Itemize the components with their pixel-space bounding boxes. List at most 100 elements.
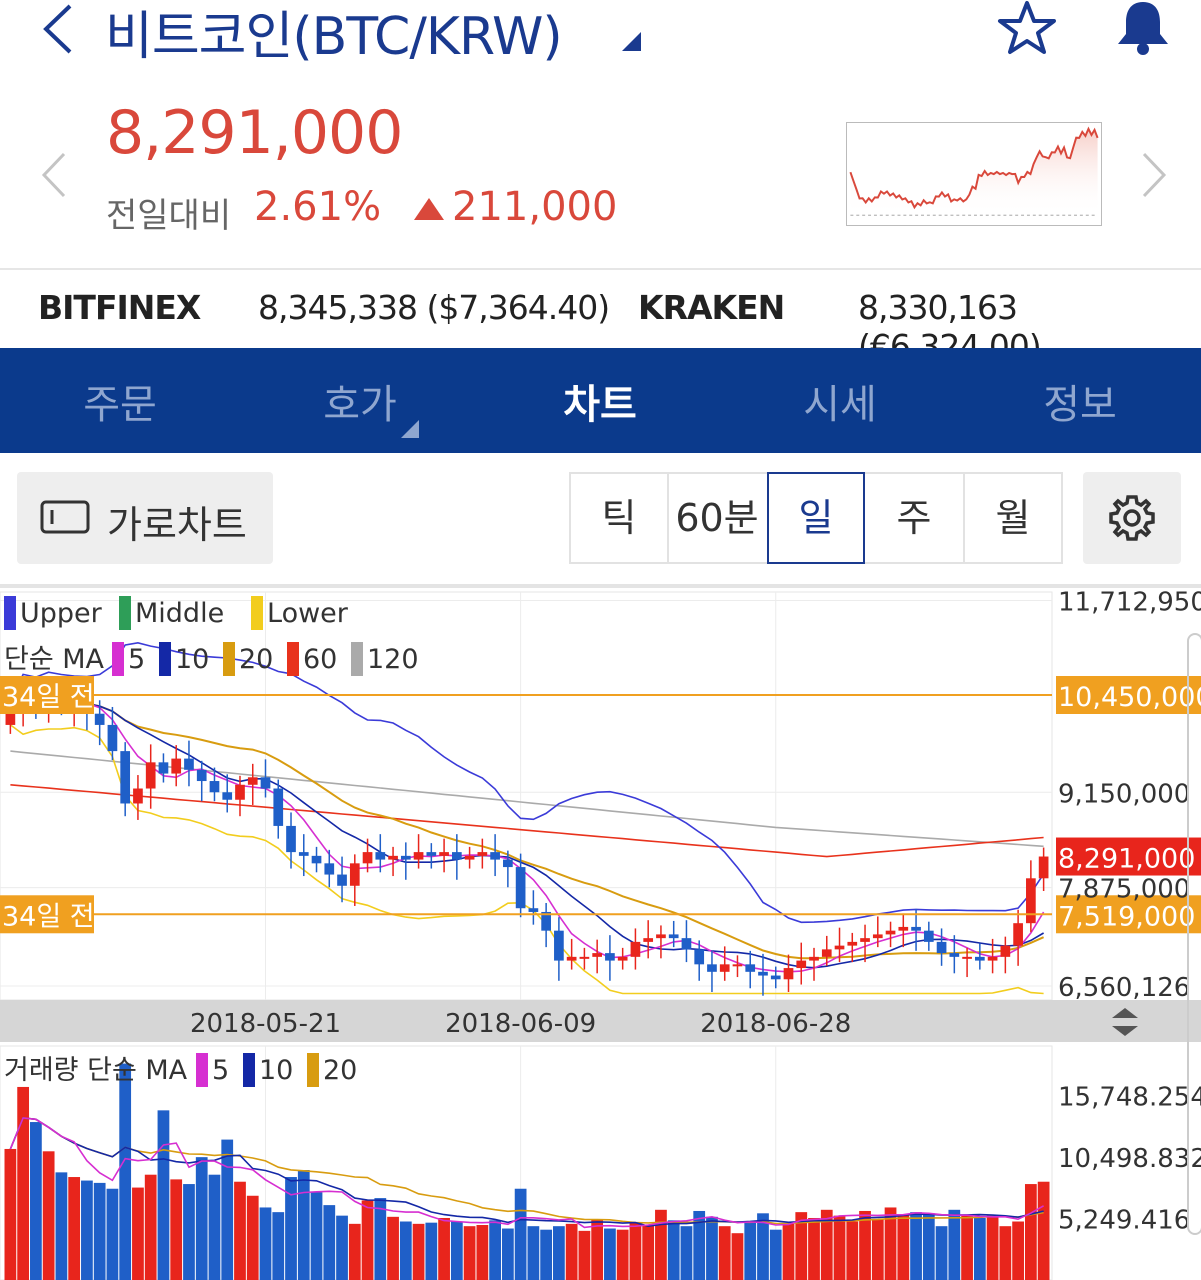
- tab-market[interactable]: 시세: [720, 372, 960, 430]
- volume-bar: [553, 1226, 565, 1280]
- candle-body: [515, 867, 526, 909]
- volume-axis-label: 10,498.832: [1058, 1144, 1201, 1174]
- candle-body: [923, 930, 934, 942]
- candle-body: [107, 724, 118, 752]
- candle-body: [298, 852, 309, 856]
- volume-bar: [833, 1215, 846, 1280]
- star-outline-icon[interactable]: [996, 0, 1058, 56]
- volume-bar: [642, 1225, 655, 1280]
- volume-bar: [374, 1198, 387, 1280]
- volume-bar: [986, 1215, 999, 1280]
- dropdown-caret-icon[interactable]: [401, 420, 419, 438]
- next-coin-icon[interactable]: [1140, 150, 1168, 200]
- legend-label: Lower: [267, 598, 349, 629]
- volume-bar: [55, 1172, 68, 1280]
- volume-bar: [578, 1230, 591, 1280]
- candle-body: [439, 852, 449, 856]
- gear-icon: [1109, 495, 1155, 541]
- legend-label: 10: [259, 1055, 293, 1086]
- candle-body: [770, 975, 781, 980]
- volume-bar: [106, 1188, 119, 1280]
- legend-label: Middle: [135, 598, 224, 629]
- date-axis-label: 2018-05-21: [190, 1009, 341, 1039]
- volume-bar: [540, 1229, 553, 1280]
- candle-body: [171, 758, 182, 774]
- volume-bar: [42, 1151, 55, 1280]
- change-amount: 211,000: [452, 184, 618, 230]
- legend-swatch: [287, 642, 299, 676]
- legend-swatch: [351, 642, 363, 676]
- volume-bar: [604, 1228, 616, 1280]
- candle-body: [643, 938, 654, 942]
- volume-bar: [769, 1229, 782, 1280]
- sparkline-area: [850, 128, 1098, 216]
- legend-swatch: [307, 1053, 319, 1087]
- chevron-left-icon[interactable]: [38, 2, 78, 54]
- volume-bar: [132, 1187, 144, 1280]
- volume-bar: [591, 1219, 604, 1280]
- period-60min[interactable]: 60분: [668, 474, 766, 562]
- volume-bar: [782, 1223, 795, 1280]
- volume-bar: [1024, 1184, 1037, 1280]
- tab-order[interactable]: 주문: [0, 372, 240, 430]
- volume-bar: [1012, 1221, 1024, 1280]
- volume-bar: [119, 1063, 132, 1280]
- legend-label: 10: [175, 644, 209, 675]
- volume-bar: [859, 1210, 871, 1280]
- volume-bar: [961, 1214, 973, 1280]
- legend-label: 5: [128, 644, 145, 675]
- volume-bar: [514, 1188, 527, 1280]
- price-plot-area: [0, 591, 1053, 1001]
- legend-label: 5: [212, 1055, 229, 1086]
- prev-coin-icon[interactable]: [40, 150, 68, 200]
- candle-body: [528, 908, 539, 912]
- candle-body: [630, 941, 641, 957]
- price-axis-label: 6,560,126: [1058, 973, 1190, 1003]
- volume-bar: [68, 1177, 81, 1280]
- page-title[interactable]: 비트코인(BTC/KRW): [105, 0, 563, 69]
- volume-bar: [412, 1223, 425, 1280]
- volume-bar: [195, 1157, 208, 1280]
- volume-bar: [527, 1226, 540, 1280]
- volume-bar: [463, 1226, 476, 1280]
- bell-icon[interactable]: [1112, 0, 1174, 56]
- legend-label: 거래량 단순 MA: [4, 1055, 188, 1086]
- candle-body: [196, 769, 207, 782]
- candle-body: [592, 953, 603, 957]
- volume-bar: [93, 1182, 106, 1280]
- volume-bar: [706, 1216, 718, 1280]
- legend-label: 20: [239, 644, 273, 675]
- landscape-chart-label: 가로차트: [107, 503, 247, 547]
- candle-body: [94, 713, 105, 725]
- candle-body: [758, 971, 768, 976]
- exchange-name: KRAKEN: [638, 288, 785, 327]
- volume-bar: [897, 1214, 910, 1280]
- volume-bar: [310, 1192, 323, 1280]
- candle-body: [247, 777, 258, 785]
- tab-orderbook[interactable]: 호가: [240, 372, 480, 430]
- price-volume-chart[interactable]: 10,450,000 34일 전 7,519,000 34일 전 11,712,950…: [0, 584, 1201, 1280]
- legend-swatch: [196, 1053, 208, 1087]
- candle-body: [681, 938, 692, 950]
- tab-chart[interactable]: 차트: [480, 372, 720, 430]
- candle-body: [554, 930, 564, 961]
- volume-bar: [438, 1217, 450, 1280]
- price-axis-label: 11,712,950: [1058, 588, 1201, 618]
- candle-body: [732, 964, 743, 967]
- dropdown-caret-icon[interactable]: [622, 32, 641, 51]
- candle-body: [273, 788, 284, 826]
- legend-label: 20: [323, 1055, 357, 1086]
- price-axis-label: 7,875,000: [1058, 875, 1190, 905]
- current-price: 8,291,000: [106, 98, 403, 168]
- price-sparkline[interactable]: [846, 122, 1102, 226]
- price-axis-label: 9,150,000: [1058, 779, 1190, 809]
- period-month[interactable]: 월: [964, 474, 1062, 562]
- period-week[interactable]: 주: [865, 474, 963, 562]
- period-tick[interactable]: 틱: [570, 474, 668, 562]
- legend-swatch: [251, 596, 263, 630]
- candle-body: [464, 855, 475, 860]
- tab-info[interactable]: 정보: [960, 372, 1200, 430]
- volume-bar: [221, 1139, 234, 1280]
- candle-body: [1013, 923, 1023, 946]
- up-triangle-icon: [414, 198, 444, 220]
